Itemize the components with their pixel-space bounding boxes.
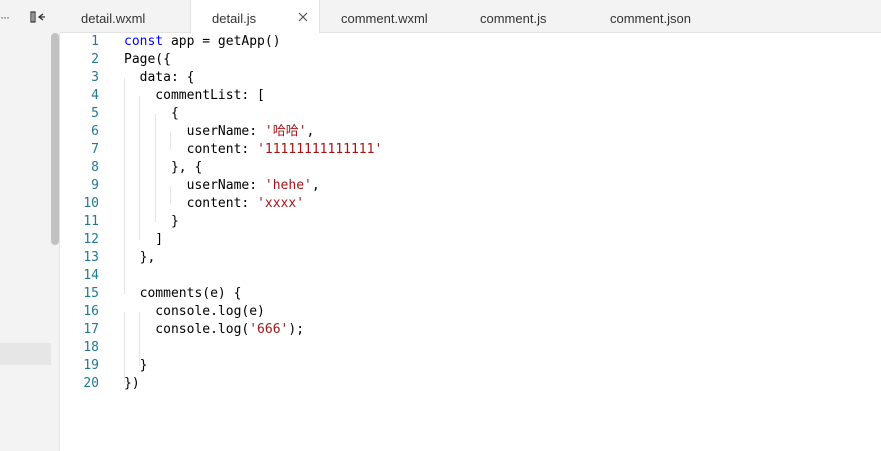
- line-number: 2: [91, 52, 99, 67]
- code-line[interactable]: 5 {: [60, 105, 881, 123]
- code-token: }: [124, 214, 179, 229]
- code-token: },: [124, 250, 156, 265]
- close-icon[interactable]: [298, 12, 308, 22]
- line-code: }, {: [124, 159, 202, 177]
- code-token: }: [124, 358, 148, 373]
- code-token: console.log(: [124, 322, 250, 337]
- code-token: content:: [124, 196, 258, 211]
- tab-comment-json[interactable]: comment.json: [585, 0, 725, 33]
- line-number: 7: [91, 142, 99, 157]
- line-code: }: [124, 213, 179, 231]
- line-number: 16: [83, 304, 99, 319]
- line-number: 18: [83, 340, 99, 355]
- code-token: ,: [311, 178, 320, 193]
- line-number: 8: [91, 160, 99, 175]
- file-explorer-panel: ···: [0, 0, 60, 451]
- line-code: comments(e) {: [124, 285, 242, 303]
- tab-comment-js[interactable]: comment.js: [455, 0, 585, 33]
- line-code: content: 'xxxx': [124, 195, 304, 213]
- line-code: commentList: [: [124, 87, 265, 105]
- line-number: 15: [83, 286, 99, 301]
- line-code: data: {: [124, 69, 195, 87]
- tab-comment-wxml[interactable]: comment.wxml: [320, 0, 455, 33]
- line-number: 1: [91, 34, 99, 49]
- code-token: Page({: [124, 52, 171, 67]
- line-code: content: '11111111111111': [124, 141, 383, 159]
- string-token: '11111111111111': [257, 142, 383, 157]
- line-number: 11: [83, 214, 99, 229]
- line-number: 13: [83, 250, 99, 265]
- line-code: Page({: [124, 51, 171, 69]
- code-line[interactable]: 13 },: [60, 249, 881, 267]
- line-code: userName: '哈哈',: [124, 123, 315, 141]
- code-token: commentList: [: [124, 88, 265, 103]
- line-number: 6: [91, 124, 99, 139]
- code-line[interactable]: 6 userName: '哈哈',: [60, 123, 881, 141]
- explorer-scrollbar[interactable]: [51, 33, 59, 245]
- line-number: 12: [83, 232, 99, 247]
- explorer-toolbar: ···: [0, 0, 60, 33]
- code-line[interactable]: 11 }: [60, 213, 881, 231]
- code-token: ,: [306, 124, 315, 139]
- code-line[interactable]: 3 data: {: [60, 69, 881, 87]
- code-token: }): [124, 376, 140, 391]
- code-line[interactable]: 20}): [60, 375, 881, 393]
- code-line[interactable]: 16 console.log(e): [60, 303, 881, 321]
- line-code: }: [124, 357, 148, 375]
- string-token: 'xxxx': [257, 196, 305, 211]
- line-number: 19: [83, 358, 99, 373]
- line-number: 3: [91, 70, 99, 85]
- code-token: );: [288, 322, 305, 337]
- code-line[interactable]: 10 content: 'xxxx': [60, 195, 881, 213]
- code-token: content:: [124, 142, 258, 157]
- collapse-sidebar-icon[interactable]: [30, 9, 46, 25]
- line-code: const app = getApp(): [124, 33, 281, 51]
- line-number: 10: [83, 196, 99, 211]
- code-line[interactable]: 4 commentList: [: [60, 87, 881, 105]
- line-number: 4: [91, 88, 99, 103]
- more-dots-icon[interactable]: ···: [0, 10, 10, 24]
- code-token: userName:: [124, 124, 265, 139]
- editor-tab-bar: detail.wxml detail.js comment.wxml comme…: [60, 0, 881, 33]
- code-line[interactable]: 8 }, {: [60, 159, 881, 177]
- code-line[interactable]: 18: [60, 339, 881, 357]
- line-code: }): [124, 375, 140, 393]
- code-token: ]: [124, 232, 164, 247]
- keyword-token: const: [124, 34, 164, 49]
- line-number: 20: [83, 376, 99, 391]
- code-token: comments(e) {: [124, 286, 242, 301]
- code-line[interactable]: 9 userName: 'hehe',: [60, 177, 881, 195]
- line-code: console.log('666');: [124, 321, 304, 339]
- code-line[interactable]: 1 const app = getApp(): [60, 33, 881, 51]
- code-token: app = getApp(): [163, 34, 281, 49]
- code-line[interactable]: 17 console.log('666');: [60, 321, 881, 339]
- string-token: '666': [249, 322, 289, 337]
- string-token: 'hehe': [264, 178, 312, 193]
- code-line[interactable]: 2 Page({: [60, 51, 881, 69]
- tab-detail-wxml[interactable]: detail.wxml: [60, 0, 191, 33]
- code-token: }, {: [124, 160, 203, 175]
- line-number: 17: [83, 322, 99, 337]
- code-line[interactable]: 14: [60, 267, 881, 285]
- line-number: 14: [83, 268, 99, 283]
- code-line[interactable]: 19 }: [60, 357, 881, 375]
- code-line[interactable]: 15 comments(e) {: [60, 285, 881, 303]
- code-line[interactable]: 12 ]: [60, 231, 881, 249]
- line-code: ]: [124, 231, 163, 249]
- line-code: userName: 'hehe',: [124, 177, 320, 195]
- line-code: {: [124, 105, 179, 123]
- code-line[interactable]: 7 content: '11111111111111': [60, 141, 881, 159]
- line-code: },: [124, 249, 156, 267]
- code-token: {: [124, 106, 179, 121]
- line-code: console.log(e): [124, 303, 265, 321]
- tab-detail-js[interactable]: detail.js: [190, 0, 320, 33]
- explorer-selected-item[interactable]: [0, 343, 51, 365]
- string-token: '哈哈': [264, 124, 307, 139]
- code-editor[interactable]: 1 const app = getApp() 2 Page({3 data: {4 c…: [60, 33, 881, 451]
- line-number: 9: [91, 178, 99, 193]
- line-number: 5: [91, 106, 99, 121]
- code-token: data: {: [124, 70, 195, 85]
- code-token: console.log(e): [124, 304, 265, 319]
- code-token: userName:: [124, 178, 265, 193]
